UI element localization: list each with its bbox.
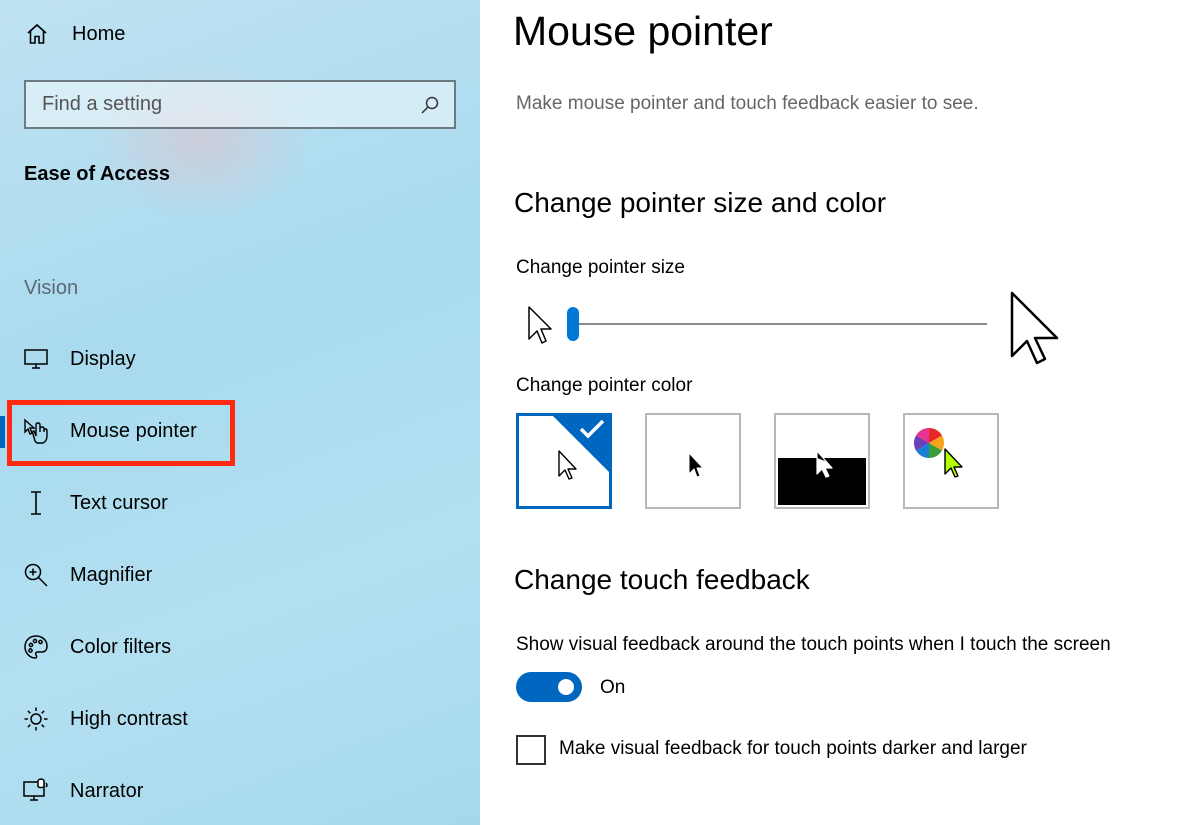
narrator-icon <box>22 777 50 805</box>
darker-larger-label: Make visual feedback for touch points da… <box>559 738 1027 759</box>
palette-icon <box>22 633 50 661</box>
slider-thumb[interactable] <box>567 307 579 341</box>
sidebar-item-label: Display <box>70 347 136 370</box>
pointer-color-label: Change pointer color <box>516 375 693 396</box>
touch-feedback-toggle[interactable] <box>516 672 582 702</box>
sun-icon <box>22 705 50 733</box>
pointer-color-custom[interactable] <box>903 413 999 509</box>
sidebar-item-label: Narrator <box>70 779 144 802</box>
group-label-vision: Vision <box>24 277 79 299</box>
sidebar-item-display[interactable]: Display <box>0 334 480 384</box>
lime-cursor-icon <box>943 447 965 484</box>
search-input[interactable] <box>42 93 420 116</box>
section-title: Ease of Access <box>24 163 171 185</box>
pointer-color-black[interactable] <box>645 413 741 509</box>
magnifier-icon <box>22 561 50 589</box>
sidebar-item-label: High contrast <box>70 707 188 730</box>
darker-larger-checkbox[interactable] <box>516 735 546 765</box>
page-title: Mouse pointer <box>513 8 773 54</box>
slider-track[interactable] <box>572 323 987 325</box>
sidebar-item-high-contrast[interactable]: High contrast <box>0 694 480 744</box>
check-icon <box>579 418 605 445</box>
touch-feedback-label: Show visual feedback around the touch po… <box>516 634 1111 655</box>
sidebar-item-label: Text cursor <box>70 491 168 514</box>
home-nav-item[interactable]: Home <box>24 18 125 50</box>
color-wheel-icon <box>913 427 945 464</box>
touch-feedback-heading: Change touch feedback <box>514 564 810 595</box>
search-icon[interactable] <box>420 95 440 115</box>
home-icon <box>24 21 50 47</box>
sidebar-item-magnifier[interactable]: Magnifier <box>0 550 480 600</box>
sidebar-item-narrator[interactable]: Narrator <box>0 766 480 816</box>
highlight-annotation-box <box>7 400 235 466</box>
inverted-cursor-icon <box>815 449 835 484</box>
pointer-size-label: Change pointer size <box>516 257 685 278</box>
text-cursor-icon <box>22 489 50 517</box>
sidebar-item-label: Color filters <box>70 635 172 658</box>
search-box[interactable] <box>24 80 456 129</box>
pointer-color-inverted[interactable] <box>774 413 870 509</box>
pointer-color-white[interactable] <box>516 413 612 509</box>
home-label: Home <box>72 22 126 45</box>
sidebar-item-text-cursor[interactable]: Text cursor <box>0 478 480 528</box>
sidebar-item-color-filters[interactable]: Color filters <box>0 622 480 672</box>
white-cursor-icon <box>557 449 579 486</box>
black-cursor-icon <box>687 451 705 484</box>
toggle-state-label: On <box>600 677 626 698</box>
sidebar-item-label: Magnifier <box>70 563 153 586</box>
large-cursor-icon <box>1009 290 1061 371</box>
small-cursor-icon <box>527 305 553 350</box>
sidebar: Home Ease of Access Vision Display Mouse… <box>0 0 480 825</box>
page-description: Make mouse pointer and touch feedback ea… <box>516 93 979 114</box>
size-color-heading: Change pointer size and color <box>514 187 887 218</box>
monitor-icon <box>22 345 50 373</box>
